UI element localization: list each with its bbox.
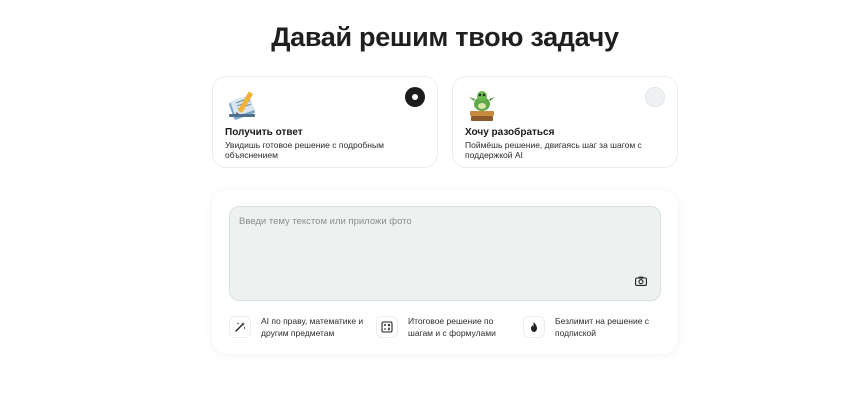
mode-description: Увидишь готовое решение с подробным объя…	[225, 140, 384, 160]
magic-wand-icon	[229, 316, 251, 338]
notebook-pencil-icon	[225, 87, 261, 123]
mode-radio-unselected[interactable]	[645, 87, 665, 107]
mode-card-get-answer[interactable]: Получить ответ Увидишь готовое решение с…	[212, 76, 438, 168]
flame-icon	[523, 316, 545, 338]
formula-icon	[376, 316, 398, 338]
task-input-placeholder: Введи тему текстом или приложи фото	[239, 216, 412, 227]
mode-title: Хочу разобраться	[465, 127, 555, 138]
feature-text: Безлимит на решение с подпиской	[555, 316, 650, 338]
mode-description: Поймёшь решение, двигаясь шаг за шагом с…	[465, 140, 642, 160]
mode-radio-selected[interactable]	[405, 87, 425, 107]
page-title: Давай решим твою задачу	[271, 22, 619, 52]
camera-icon[interactable]	[630, 270, 652, 292]
task-input[interactable]: Введи тему текстом или приложи фото	[229, 206, 661, 301]
feature-text: Итоговое решение по шагам и с формулами	[408, 316, 496, 338]
task-input-panel: Введи тему текстом или приложи фото AI п…	[212, 190, 678, 354]
dragon-on-books-icon	[465, 87, 501, 123]
feature-text: AI по праву, математике и другим предмет…	[261, 316, 364, 338]
mode-title: Получить ответ	[225, 127, 303, 138]
mode-card-understand[interactable]: Хочу разобраться Поймёшь решение, двигая…	[452, 76, 678, 168]
